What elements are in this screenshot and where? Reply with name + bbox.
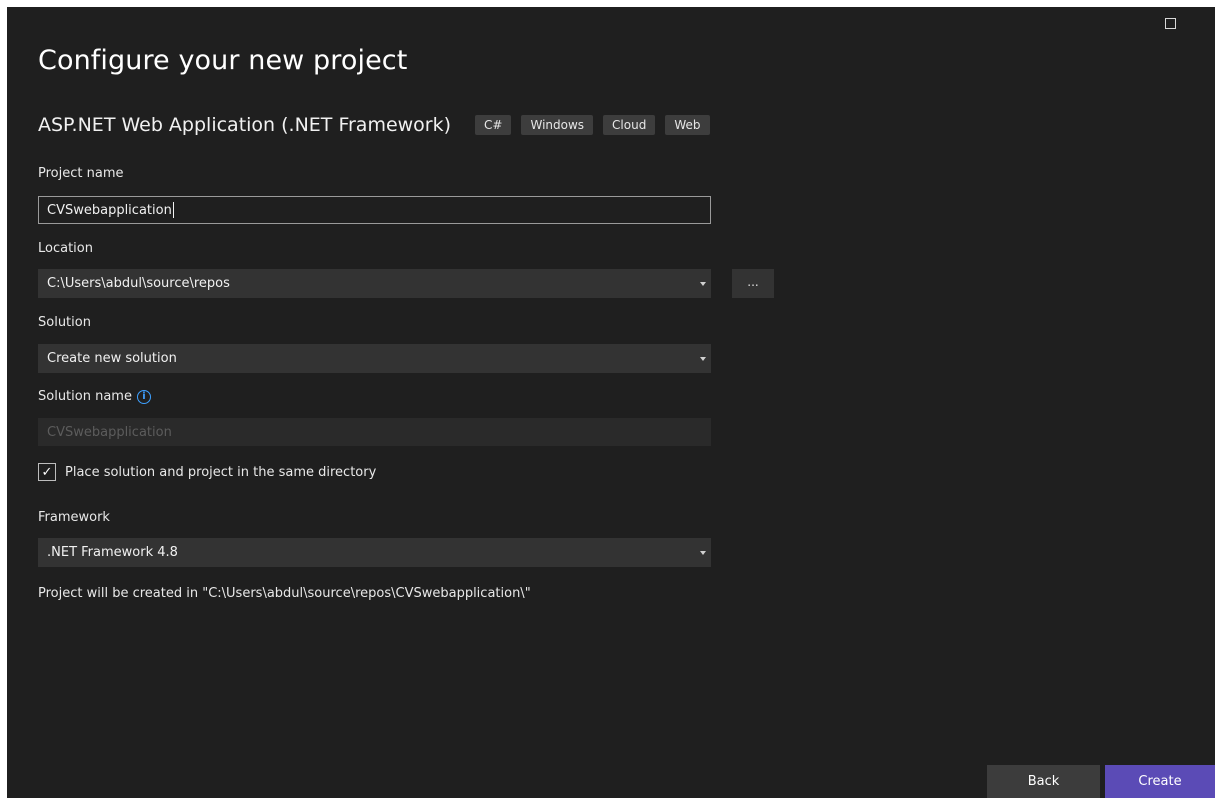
tag-platform: Windows <box>521 115 594 135</box>
text-caret <box>172 202 174 218</box>
chevron-down-icon <box>700 550 706 555</box>
project-name-value: CVSwebapplication <box>47 202 172 218</box>
maximize-box <box>1164 17 1176 29</box>
solution-value: Create new solution <box>47 351 177 366</box>
browse-button[interactable]: ... <box>732 269 774 298</box>
tag-web: Web <box>665 115 710 135</box>
project-name-input[interactable]: CVSwebapplication <box>38 196 711 224</box>
dialog-window: Configure your new project ASP.NET Web A… <box>7 7 1215 798</box>
framework-label: Framework <box>38 510 110 525</box>
create-button[interactable]: Create <box>1105 765 1215 798</box>
project-name-label: Project name <box>38 166 124 181</box>
template-name: ASP.NET Web Application (.NET Framework) <box>38 114 452 136</box>
tag-language: C# <box>475 115 512 135</box>
page-title: Configure your new project <box>38 45 408 76</box>
same-directory-checkbox[interactable]: ✓ <box>38 463 56 481</box>
template-header: ASP.NET Web Application (.NET Framework)… <box>38 114 720 136</box>
back-button[interactable]: Back <box>987 765 1100 798</box>
solution-name-value: CVSwebapplication <box>47 424 172 440</box>
solution-name-input: CVSwebapplication <box>38 418 711 446</box>
same-directory-option[interactable]: ✓ Place solution and project in the same… <box>38 463 376 481</box>
solution-label: Solution <box>38 315 91 330</box>
solution-name-label: Solution name <box>38 389 132 404</box>
info-icon[interactable]: i <box>136 389 151 404</box>
location-value: C:\Users\abdul\source\repos <box>47 276 230 291</box>
location-label: Location <box>38 241 93 256</box>
chevron-down-icon <box>700 281 706 286</box>
solution-name-label-row: Solution name i <box>38 389 151 404</box>
location-dropdown[interactable]: C:\Users\abdul\source\repos <box>38 269 711 298</box>
chevron-down-icon <box>700 356 706 361</box>
solution-dropdown[interactable]: Create new solution <box>38 344 711 373</box>
project-path-summary: Project will be created in "C:\Users\abd… <box>38 586 531 601</box>
framework-value: .NET Framework 4.8 <box>47 545 178 560</box>
same-directory-label: Place solution and project in the same d… <box>65 464 377 480</box>
tag-cloud: Cloud <box>603 115 656 135</box>
framework-dropdown[interactable]: .NET Framework 4.8 <box>38 538 711 567</box>
maximize-icon[interactable] <box>1163 16 1177 30</box>
checkmark-icon: ✓ <box>41 464 53 480</box>
